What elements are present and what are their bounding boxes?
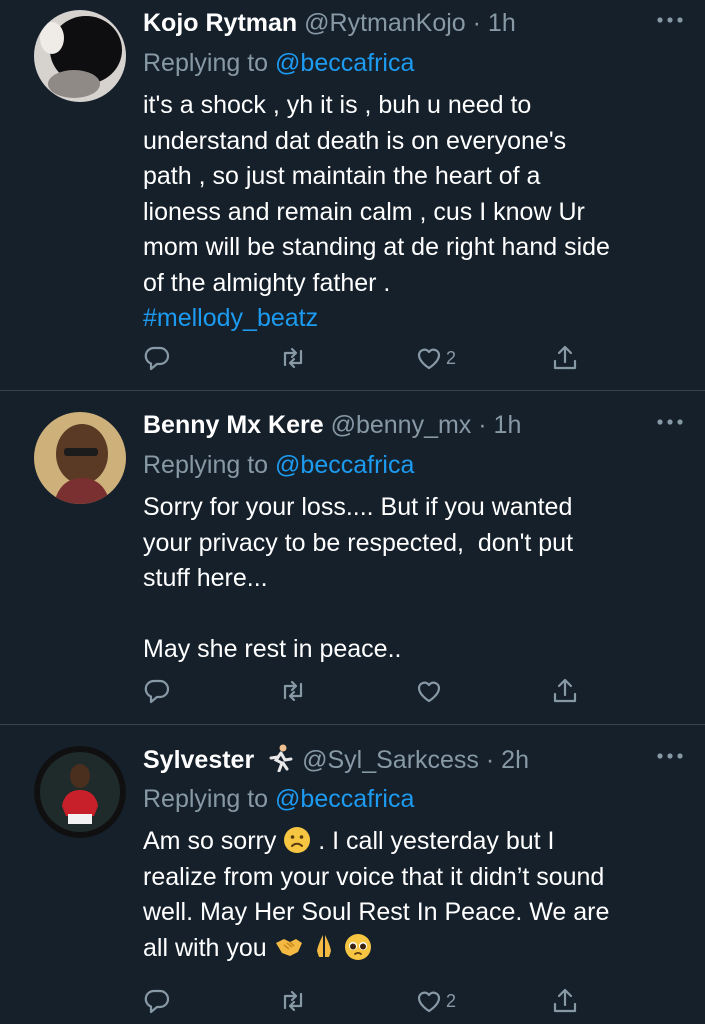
action-bar xyxy=(143,674,583,708)
display-name[interactable]: Sylvester xyxy=(143,746,254,774)
like-icon xyxy=(417,681,441,703)
tweet-text-part1: Am so sorry xyxy=(143,827,277,855)
handle[interactable]: @RytmanKojo xyxy=(304,9,466,37)
timestamp[interactable]: · 1h xyxy=(478,411,521,439)
action-bar: 2 xyxy=(143,984,583,1018)
replying-label: Replying to xyxy=(143,49,269,77)
like-button[interactable]: 2 xyxy=(415,341,456,375)
hashtag-link[interactable]: #mellody_beatz xyxy=(143,304,318,332)
avatar[interactable] xyxy=(34,412,126,504)
tweet-header: Sylvester @Syl_Sarkcess · 2h xyxy=(143,744,685,776)
action-bar: 2 xyxy=(143,341,583,375)
replying-to: Replying to @beccafrica xyxy=(143,48,685,78)
tweet-text: Sorry for your loss.... But if you wante… xyxy=(143,493,574,663)
reply-icon xyxy=(144,679,170,704)
share-button[interactable] xyxy=(551,341,579,375)
avatar[interactable] xyxy=(34,746,126,838)
retweet-button[interactable] xyxy=(279,341,307,375)
avatar[interactable] xyxy=(34,10,126,102)
tweet-text: it's a shock , yh it is , buh u need to … xyxy=(143,88,685,337)
retweet-icon xyxy=(283,680,303,702)
tweet-text-content: it's a shock , yh it is , buh u need to … xyxy=(143,91,610,297)
display-name[interactable]: Benny Mx Kere xyxy=(143,411,324,439)
tweet-header: Kojo Rytman @RytmanKojo · 1h xyxy=(143,8,685,40)
more-icon[interactable] xyxy=(655,10,685,30)
share-button[interactable] xyxy=(551,674,579,708)
replying-to-link[interactable]: @beccafrica xyxy=(275,785,414,813)
replying-to-link[interactable]: @beccafrica xyxy=(275,451,414,479)
reply-button[interactable] xyxy=(143,341,171,375)
like-count: 2 xyxy=(446,990,457,1011)
frowning-face-emoji-icon xyxy=(284,827,311,853)
tweet-2[interactable]: Benny Mx Kere @benny_mx · 1h Replying to… xyxy=(0,391,705,725)
replying-to-link[interactable]: @beccafrica xyxy=(275,49,414,77)
folded-hands-emoji-icon xyxy=(316,934,331,957)
reply-icon xyxy=(144,989,170,1014)
like-icon xyxy=(417,991,441,1013)
timestamp[interactable]: · 1h xyxy=(473,9,516,37)
like-icon xyxy=(417,348,441,370)
more-icon[interactable] xyxy=(655,412,685,432)
retweet-button[interactable] xyxy=(279,674,307,708)
like-button[interactable]: 2 xyxy=(415,984,456,1018)
replying-label: Replying to xyxy=(143,785,269,813)
tweet-text: Am so sorry . I call yesterday but I rea… xyxy=(143,824,685,966)
share-icon xyxy=(553,678,577,703)
replying-to: Replying to @beccafrica xyxy=(143,784,685,814)
tweet-3[interactable]: Sylvester @Syl_Sarkcess · 2h Replying to… xyxy=(0,725,705,1024)
like-button[interactable] xyxy=(415,674,446,708)
replying-to: Replying to @beccafrica xyxy=(143,450,685,480)
tweet-header: Benny Mx Kere @benny_mx · 1h xyxy=(143,410,685,442)
pleading-face-emoji-icon xyxy=(344,933,371,960)
reply-button[interactable] xyxy=(143,984,171,1018)
display-name[interactable]: Kojo Rytman xyxy=(143,9,297,37)
more-icon[interactable] xyxy=(655,746,685,766)
share-icon xyxy=(553,988,577,1013)
share-button[interactable] xyxy=(551,984,579,1018)
replying-label: Replying to xyxy=(143,451,269,479)
retweet-icon xyxy=(283,990,303,1012)
handshake-emoji-icon xyxy=(275,938,302,956)
handle[interactable]: @Syl_Sarkcess xyxy=(302,746,479,774)
share-icon xyxy=(553,345,577,370)
handle[interactable]: @benny_mx xyxy=(331,411,472,439)
like-count: 2 xyxy=(446,347,457,368)
reply-button[interactable] xyxy=(143,674,171,708)
timestamp[interactable]: · 2h xyxy=(486,746,529,774)
runner-emoji-icon xyxy=(269,744,293,772)
tweet-1[interactable]: Kojo Rytman @RytmanKojo · 1h Replying to… xyxy=(0,0,705,391)
retweet-button[interactable] xyxy=(279,984,307,1018)
reply-icon xyxy=(144,346,170,371)
retweet-icon xyxy=(283,347,303,369)
